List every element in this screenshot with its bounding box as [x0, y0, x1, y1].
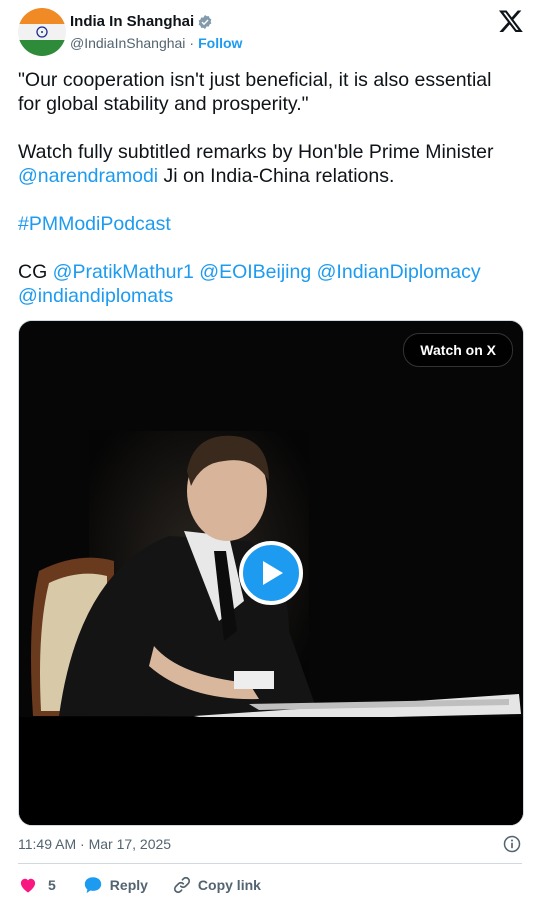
copy-link-label: Copy link — [197, 877, 261, 893]
x-logo-icon[interactable] — [498, 8, 524, 34]
tweet-header: India In Shanghai @IndiaInShanghai · Follo… — [18, 8, 526, 56]
heart-icon — [20, 878, 36, 893]
copy-link-button[interactable]: Copy link — [172, 875, 261, 895]
tweet-paragraph-cg: CG @PratikMathur1 @EOIBeijing @IndianDip… — [18, 261, 481, 307]
tweet-paragraph-watch: Watch fully subtitled remarks by Hon'ble… — [18, 141, 494, 187]
follow-button[interactable]: Follow — [198, 35, 242, 51]
like-count: 5 — [48, 877, 56, 893]
tweet-date: Mar 17, 2025 — [88, 836, 172, 852]
info-icon[interactable] — [502, 834, 522, 854]
mention-indiandiplomats[interactable]: @indiandiplomats — [18, 285, 173, 307]
avatar[interactable] — [18, 8, 66, 56]
separator: · — [189, 35, 195, 51]
video-player[interactable]: Watch on X — [18, 320, 524, 826]
mention-eoibeijing[interactable]: @EOIBeijing — [199, 261, 311, 283]
tweet-timestamp[interactable]: 11:49 AM · Mar 17, 2025 — [18, 834, 522, 854]
like-button[interactable]: 5 — [18, 875, 56, 895]
play-icon — [263, 561, 283, 585]
play-button[interactable] — [239, 541, 303, 605]
tweet-time: 11:49 AM — [18, 836, 77, 852]
tweet-text: "Our cooperation isn't just beneficial, … — [18, 68, 518, 308]
mention-indiandiplomacy[interactable]: @IndianDiplomacy — [317, 261, 481, 283]
tweet-paragraph-quote: "Our cooperation isn't just beneficial, … — [18, 69, 492, 115]
action-bar: 5 Reply Copy link — [18, 874, 261, 896]
verified-badge-icon — [198, 15, 212, 29]
reply-button[interactable]: Reply — [82, 875, 148, 895]
divider — [18, 863, 522, 864]
mention-narendramodi[interactable]: @narendramodi — [18, 165, 158, 187]
india-flag-icon — [18, 8, 66, 56]
account-handle[interactable]: @IndiaInShanghai — [70, 35, 185, 51]
hashtag-link[interactable]: #PMModiPodcast — [18, 213, 171, 235]
display-name[interactable]: India In Shanghai — [70, 13, 194, 31]
account-info: India In Shanghai @IndiaInShanghai · Follo… — [70, 13, 242, 52]
watch-on-x-button[interactable]: Watch on X — [403, 333, 513, 367]
link-icon — [173, 876, 190, 894]
meta-separator: · — [80, 836, 85, 852]
reply-label: Reply — [109, 877, 148, 893]
mention-pratikmathur1[interactable]: @PratikMathur1 — [53, 261, 194, 283]
reply-icon — [84, 877, 101, 894]
